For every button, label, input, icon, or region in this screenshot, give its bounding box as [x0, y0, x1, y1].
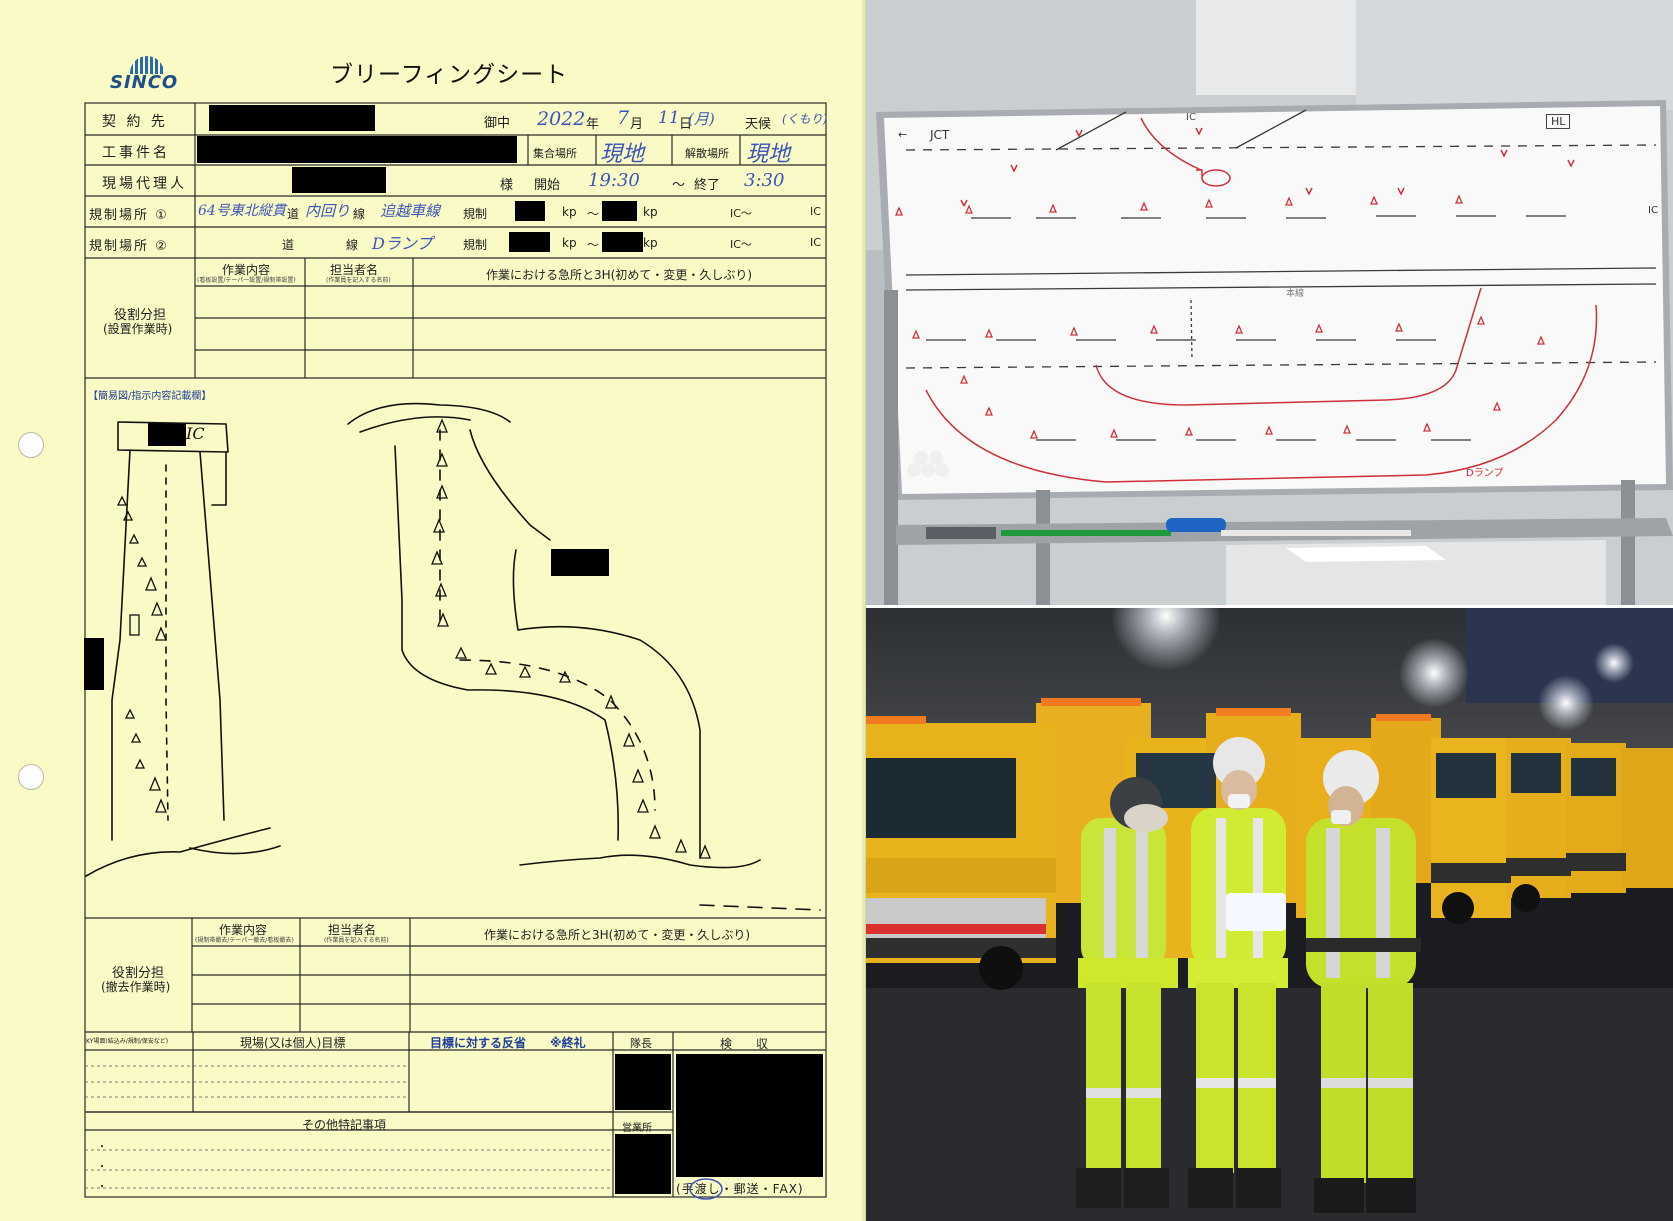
wb-ramp-label: Dランプ	[1466, 468, 1504, 479]
delivery-circle	[689, 1178, 723, 1200]
night-briefing-photo	[866, 608, 1673, 1221]
wb-right-ic-label: IC	[1648, 205, 1658, 216]
wb-arrow-left: ←	[898, 128, 908, 141]
briefing-sheet: SINCO ブリーフィングシート 契 約 先 御中 2022 年 7 月 11 …	[0, 0, 866, 1221]
night-scene	[866, 608, 1673, 1221]
wb-mid-label: 本線	[1286, 289, 1305, 299]
wb-hl-label: HL	[1546, 114, 1571, 129]
whiteboard-scene	[866, 0, 1673, 605]
wb-jct-label: JCT	[930, 128, 950, 142]
wb-top-ic-label: IC	[1186, 112, 1196, 123]
whiteboard-photo: ← JCT IC 本線 HL IC Dランプ	[866, 0, 1673, 605]
